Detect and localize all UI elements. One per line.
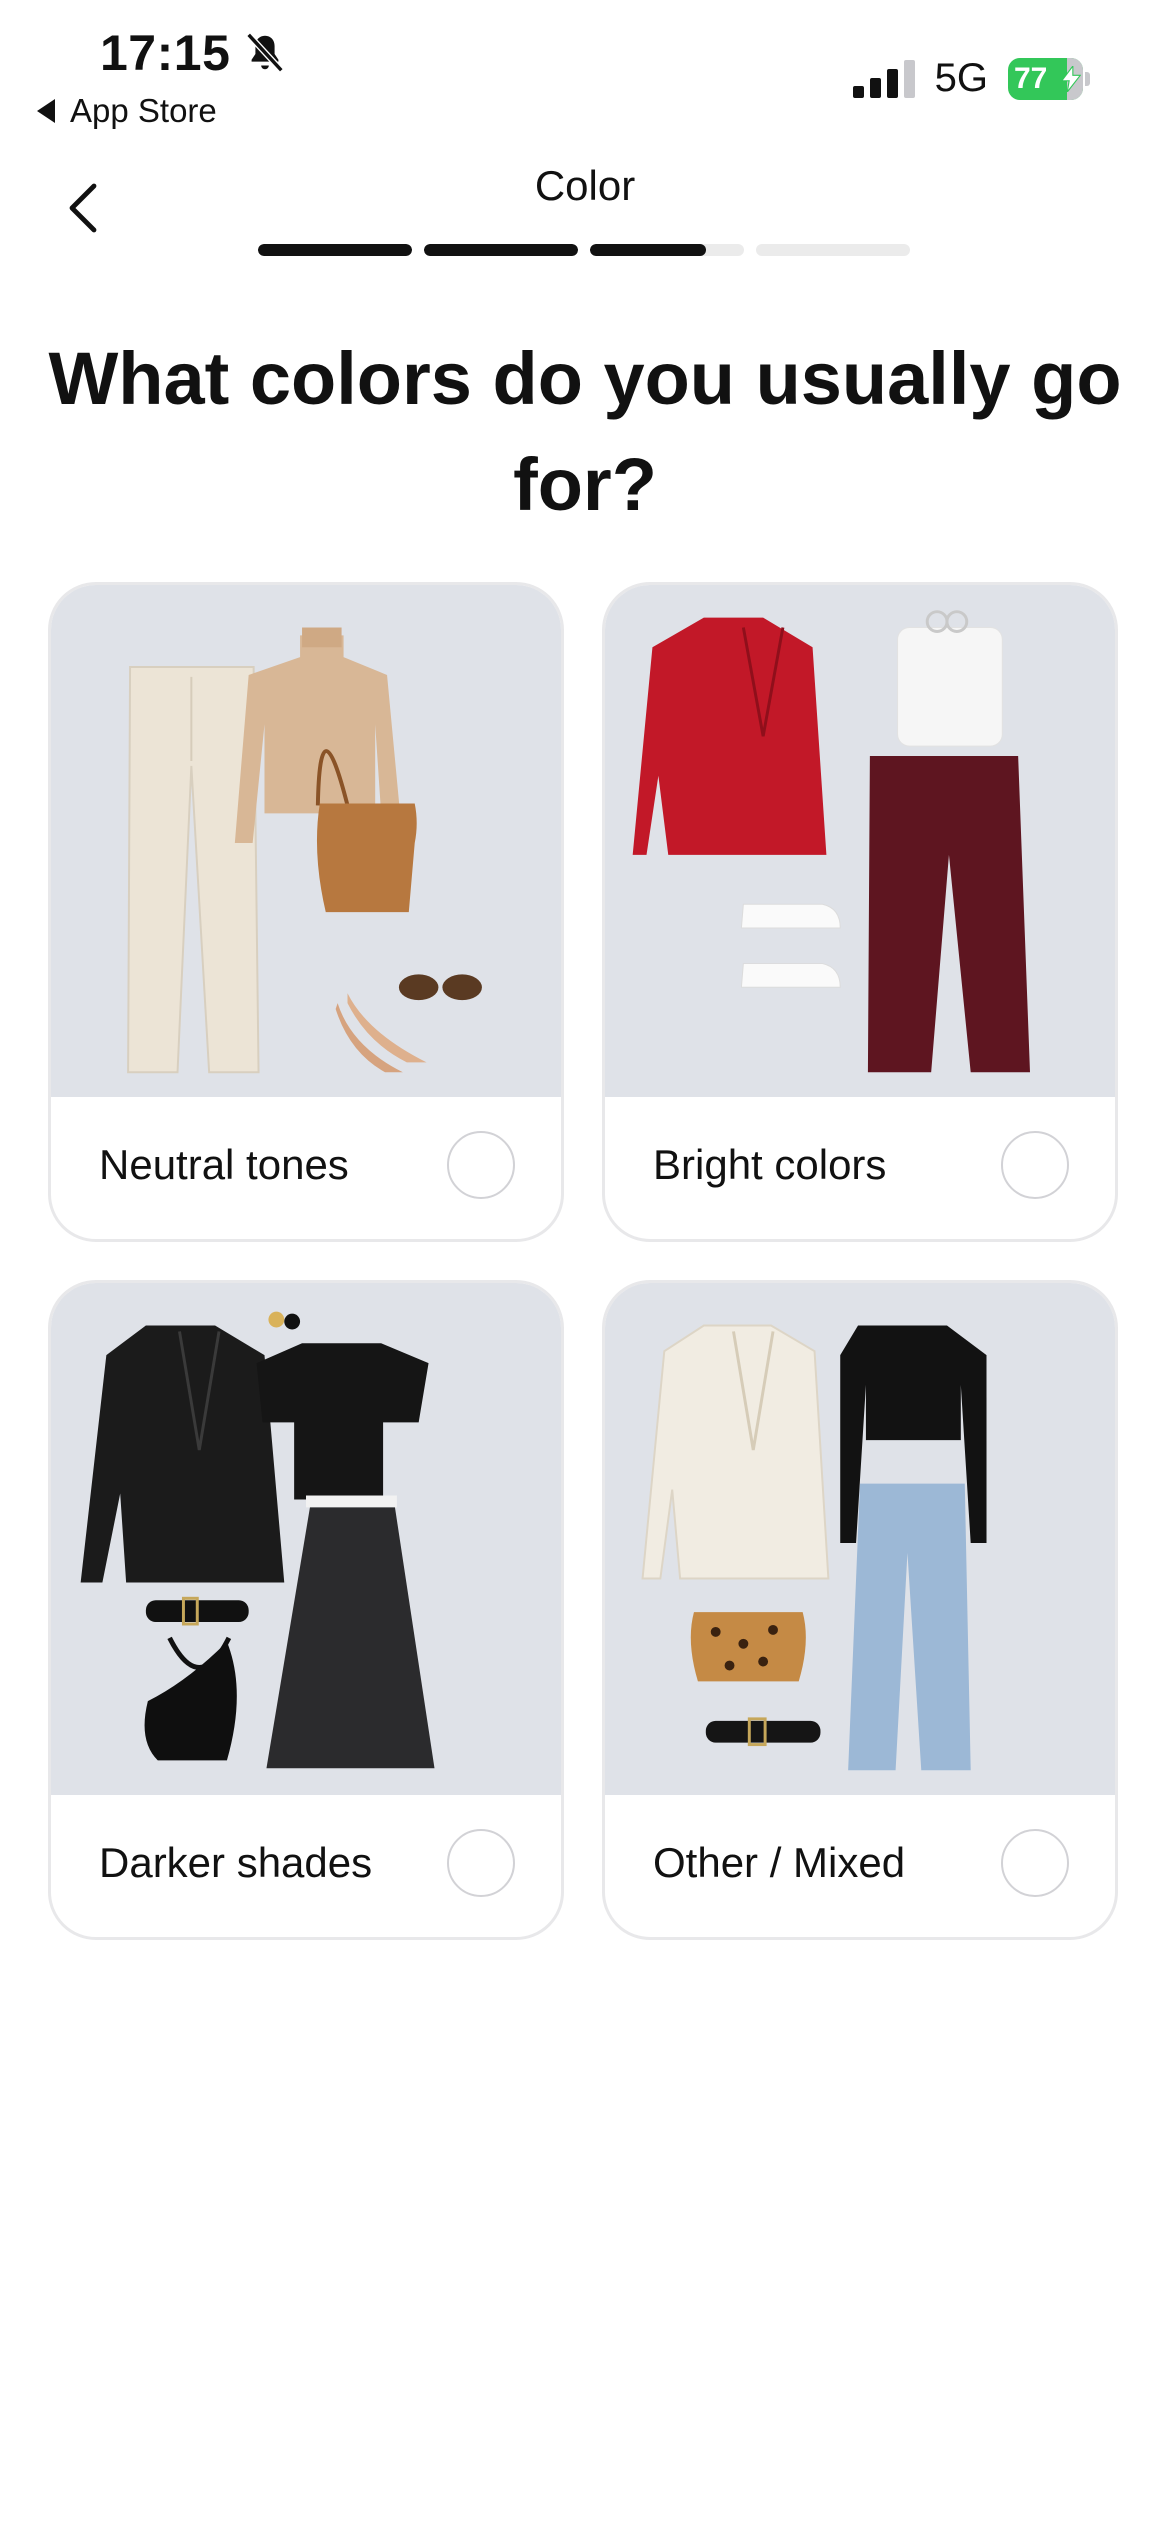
network-type: 5G: [934, 56, 988, 100]
battery-icon: 77: [1008, 57, 1090, 100]
bell-slash-icon: [246, 32, 284, 73]
charging-bolt-icon: [1061, 65, 1082, 92]
option-label: Neutral tones: [99, 1141, 349, 1188]
option-row[interactable]: Neutral tones: [51, 1091, 561, 1239]
page-title: Color: [534, 162, 636, 209]
progress-segment: [258, 244, 412, 256]
option-card-darker[interactable]: Darker shades: [48, 1280, 564, 1940]
option-card-bright[interactable]: Bright colors: [602, 582, 1118, 1242]
option-radio[interactable]: [447, 1131, 515, 1199]
status-indicators: 5G 77: [852, 56, 1090, 101]
back-triangle-icon: [37, 99, 55, 123]
back-to-app-link[interactable]: App Store: [36, 92, 217, 130]
option-card-mixed[interactable]: Other / Mixed: [602, 1280, 1118, 1940]
progress-bar: [258, 244, 910, 256]
progress-segment: [424, 244, 578, 256]
question-heading: What colors do you usually go for?: [48, 337, 1122, 526]
option-row[interactable]: Bright colors: [605, 1091, 1115, 1239]
outfit-image-darker: [51, 1283, 561, 1795]
screen: 17:15 App Store 5G 77 Color What colors …: [0, 0, 1170, 2532]
option-label: Other / Mixed: [653, 1839, 906, 1886]
option-radio[interactable]: [447, 1829, 515, 1897]
outfit-image-neutral: [51, 585, 561, 1097]
option-radio[interactable]: [1001, 1829, 1069, 1897]
option-row[interactable]: Other / Mixed: [605, 1789, 1115, 1937]
outfit-image-bright: [605, 585, 1115, 1097]
progress-segment: [590, 244, 744, 256]
battery-level: 77: [1014, 61, 1048, 95]
clock: 17:15: [100, 25, 231, 81]
progress-segment: [756, 244, 910, 256]
option-card-neutral[interactable]: Neutral tones: [48, 582, 564, 1242]
outfit-image-mixed: [605, 1283, 1115, 1795]
option-row[interactable]: Darker shades: [51, 1789, 561, 1937]
option-radio[interactable]: [1001, 1131, 1069, 1199]
option-label: Bright colors: [653, 1141, 887, 1188]
option-label: Darker shades: [99, 1839, 373, 1886]
status-time: 17:15: [100, 24, 288, 82]
signal-icon: [852, 59, 915, 98]
back-app-label: App Store: [70, 92, 217, 129]
